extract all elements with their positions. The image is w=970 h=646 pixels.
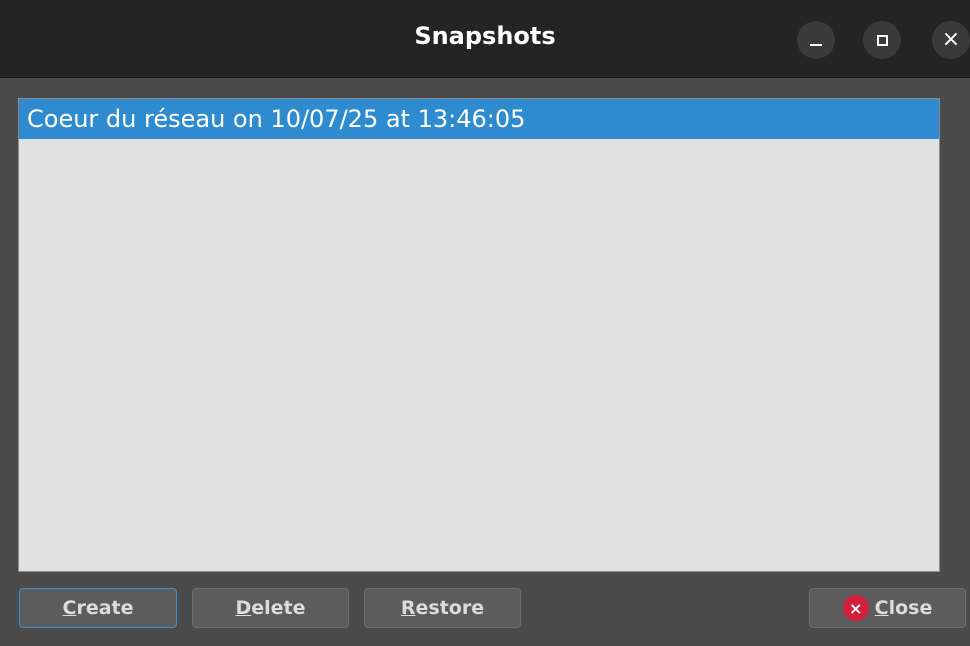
minimize-icon xyxy=(810,44,822,46)
snapshots-window: Snapshots × Coeur du réseau on 10/07/25 … xyxy=(0,0,970,646)
delete-mnemonic: D xyxy=(235,597,252,619)
create-mnemonic: C xyxy=(62,597,77,619)
title-bar[interactable]: Snapshots × xyxy=(0,0,970,78)
close-icon: × xyxy=(941,27,961,52)
maximize-icon xyxy=(876,34,888,46)
close-mnemonic: C xyxy=(874,597,889,619)
close-window-button[interactable]: × xyxy=(932,21,970,59)
delete-button[interactable]: Delete xyxy=(192,588,349,628)
maximize-button[interactable] xyxy=(863,21,901,59)
list-item[interactable]: Coeur du réseau on 10/07/25 at 13:46:05 xyxy=(19,99,939,139)
snapshot-list[interactable]: Coeur du réseau on 10/07/25 at 13:46:05 xyxy=(18,98,940,572)
create-label: reate xyxy=(76,597,134,619)
create-button[interactable]: Create xyxy=(19,588,177,628)
delete-label: elete xyxy=(251,597,306,619)
snapshot-label: Coeur du réseau on 10/07/25 at 13:46:05 xyxy=(27,105,526,133)
close-button[interactable]: × Close xyxy=(809,588,966,628)
restore-button[interactable]: Restore xyxy=(364,588,521,628)
dialog-content: Coeur du réseau on 10/07/25 at 13:46:05 … xyxy=(0,78,970,646)
restore-mnemonic: R xyxy=(400,597,416,619)
minimize-button[interactable] xyxy=(797,21,835,59)
close-label: lose xyxy=(888,597,933,619)
close-circle-icon: × xyxy=(842,595,869,621)
restore-label: estore xyxy=(415,597,485,619)
